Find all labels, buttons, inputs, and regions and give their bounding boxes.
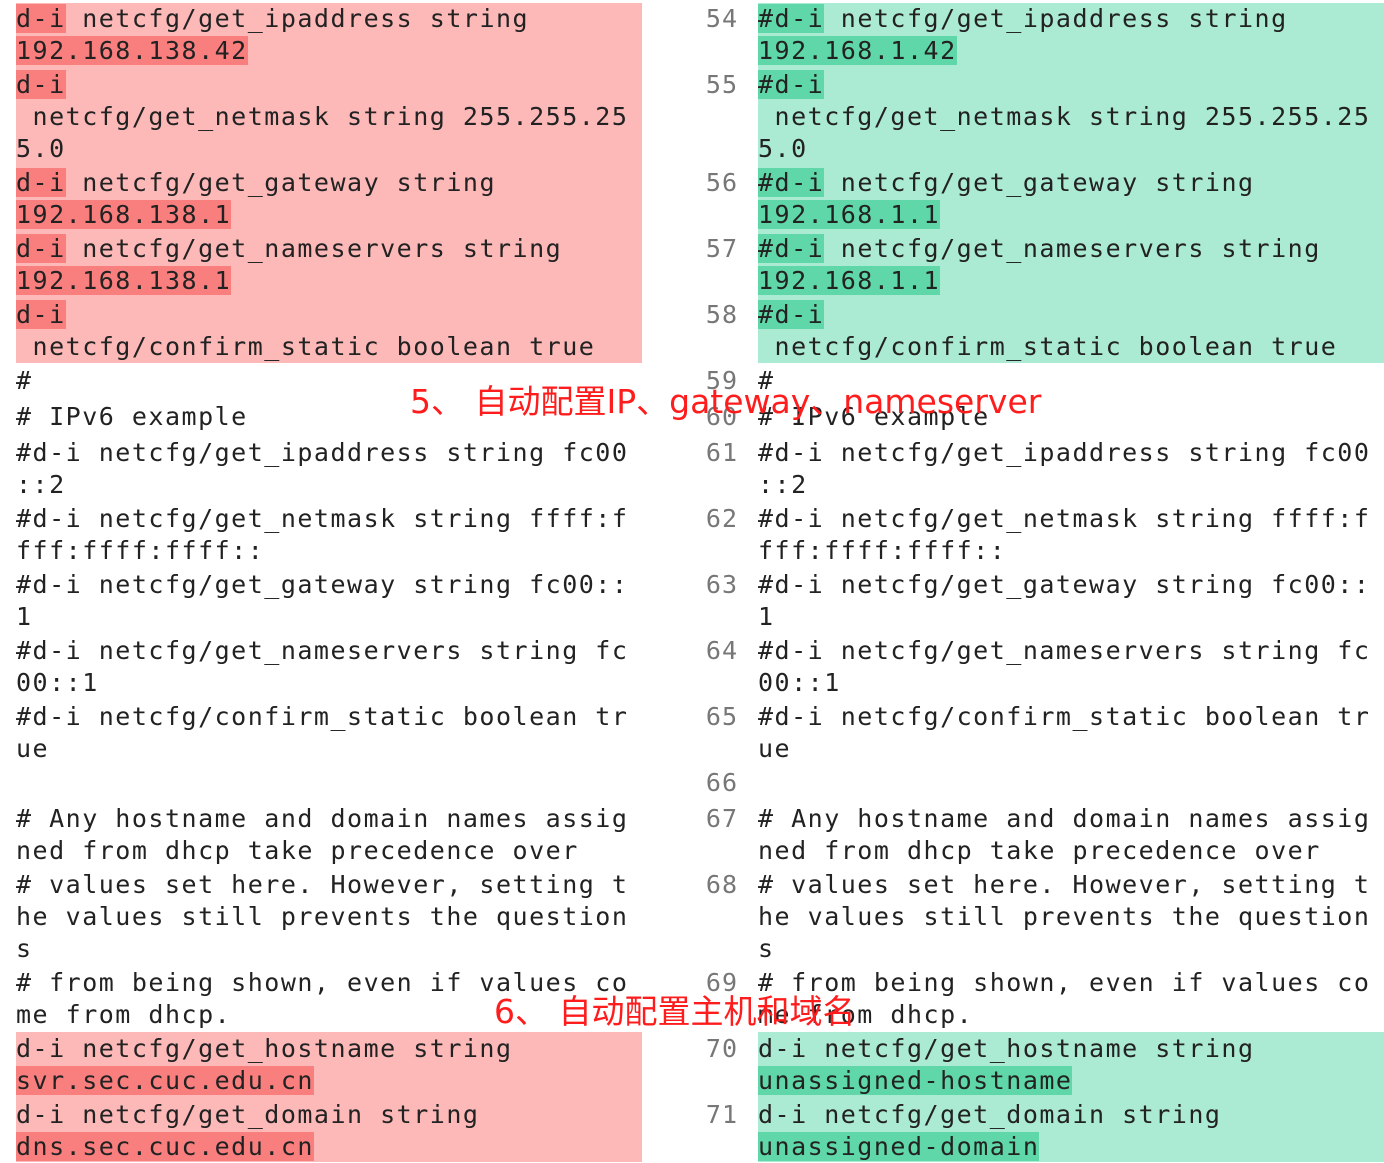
code-text: ::2 (758, 470, 808, 499)
changed-token: 192.168.138.42 (16, 36, 248, 65)
line-number: 65 (705, 702, 738, 731)
code-text: # Any hostname and domain names assig (16, 804, 629, 833)
code-text: ned from dhcp take precedence over (758, 836, 1321, 865)
code-text: s (16, 934, 33, 963)
code-text: ned from dhcp take precedence over (16, 836, 579, 865)
line-number: 64 (705, 636, 738, 665)
code-text: d-i netcfg/get_domain string dns.sec.cuc… (16, 1099, 642, 1163)
line-number: 62 (705, 504, 738, 533)
changed-token: 192.168.138.1 (16, 200, 232, 229)
changed-token: d-i (16, 70, 66, 99)
code-text: ue (16, 734, 50, 763)
code-text: d-i netcfg/get_hostname string svr.sec.c… (16, 1033, 642, 1097)
code-segment: netcfg/get_gateway string (824, 168, 1255, 197)
changed-token: unassigned-hostname (758, 1066, 1073, 1095)
changed-token: 192.168.1.1 (758, 266, 941, 295)
code-text: #d-i netcfg/confirm_static boolean tr (16, 702, 629, 731)
code-text: d-i netcfg/get_netmask string 255.255.25… (16, 69, 642, 165)
code-segment: d-i netcfg/get_hostname string (758, 1034, 1255, 1063)
changed-token: dns.sec.cuc.edu.cn (16, 1132, 314, 1161)
code-text: #d-i netcfg/confirm_static boolean true (758, 299, 1384, 363)
code-segment: netcfg/get_ipaddress string (824, 4, 1288, 33)
changed-token: d-i (16, 234, 66, 263)
code-text: #d-i netcfg/get_nameservers string fc (758, 636, 1371, 665)
code-text: #d-i netcfg/get_ipaddress string fc00 (758, 438, 1371, 467)
line-number: 56 (705, 168, 738, 197)
line-number: 55 (705, 70, 738, 99)
code-segment: netcfg/get_nameservers string (65, 234, 563, 263)
line-number: 71 (705, 1100, 738, 1129)
line-number: 68 (705, 870, 738, 899)
code-text: fff:ffff:ffff:: (16, 536, 265, 565)
code-segment: netcfg/get_nameservers string (824, 234, 1321, 263)
annotation-step-6: 6、 自动配置主机和域名 (494, 992, 856, 1031)
code-text: # Any hostname and domain names assig (758, 804, 1371, 833)
code-segment: d-i netcfg/get_domain string (16, 1100, 480, 1129)
changed-token: svr.sec.cuc.edu.cn (16, 1066, 314, 1095)
code-text: #d-i netcfg/get_gateway string 192.168.1… (758, 167, 1384, 231)
code-text: d-i netcfg/confirm_static boolean true (16, 299, 642, 363)
code-segment: netcfg/get_ipaddress string (65, 4, 530, 33)
code-text: #d-i netcfg/confirm_static boolean tr (758, 702, 1371, 731)
changed-token: 192.168.138.1 (16, 266, 232, 295)
changed-token: #d-i (758, 234, 825, 263)
code-segment: d-i netcfg/get_domain string (758, 1100, 1222, 1129)
changed-token: #d-i (758, 70, 825, 99)
line-number: 58 (705, 300, 738, 329)
code-text: fff:ffff:ffff:: (758, 536, 1007, 565)
code-text: #d-i netcfg/get_ipaddress string 192.168… (758, 3, 1384, 67)
line-number: 67 (705, 804, 738, 833)
changed-token: 192.168.1.42 (758, 36, 957, 65)
code-text: he values still prevents the question (758, 902, 1371, 931)
code-text: #d-i netcfg/get_netmask string ffff:f (758, 504, 1371, 533)
code-text: # values set here. However, setting t (758, 870, 1371, 899)
code-text: d-i netcfg/get_nameservers string 192.16… (16, 233, 642, 297)
code-text: #d-i netcfg/get_gateway string fc00:: (16, 570, 629, 599)
code-text: 1 (16, 602, 33, 631)
code-text: #d-i netcfg/get_gateway string fc00:: (758, 570, 1371, 599)
code-text: d-i netcfg/get_ipaddress string 192.168.… (16, 3, 642, 67)
code-text: #d-i netcfg/get_nameservers string fc (16, 636, 629, 665)
code-text: 1 (758, 602, 775, 631)
code-text: #d-i netcfg/get_ipaddress string fc00 (16, 438, 629, 467)
code-segment: 5.0 (16, 134, 66, 163)
code-segment: netcfg/get_gateway string (65, 168, 496, 197)
changed-token: d-i (16, 4, 66, 33)
code-segment: d-i netcfg/get_hostname string (16, 1034, 513, 1063)
code-segment: netcfg/get_netmask string 255.255.25 (16, 102, 629, 131)
changed-token: d-i (16, 300, 66, 329)
code-text: ::2 (16, 470, 66, 499)
code-segment: 5.0 (758, 134, 808, 163)
code-text: #d-i netcfg/get_netmask string ffff:f (16, 504, 629, 533)
line-number: 61 (705, 438, 738, 467)
code-segment: netcfg/get_netmask string 255.255.25 (758, 102, 1371, 131)
changed-token: 192.168.1.1 (758, 200, 941, 229)
code-text: 00::1 (16, 668, 99, 697)
code-segment: netcfg/confirm_static boolean true (16, 332, 596, 361)
code-text: #d-i netcfg/get_netmask string 255.255.2… (758, 69, 1384, 165)
code-text: 00::1 (758, 668, 841, 697)
changed-token: #d-i (758, 300, 825, 329)
changed-token: unassigned-domain (758, 1132, 1040, 1161)
changed-token: d-i (16, 168, 66, 197)
code-text: d-i netcfg/get_hostname string unassigne… (758, 1033, 1384, 1097)
line-number: 70 (705, 1034, 738, 1063)
annotation-step-5: 5、 自动配置IP、gateway、nameserver (410, 382, 1042, 421)
code-text: #d-i netcfg/get_nameservers string 192.1… (758, 233, 1384, 297)
line-number: 63 (705, 570, 738, 599)
line-number: 57 (705, 234, 738, 263)
code-text: ue (758, 734, 792, 763)
code-text: d-i netcfg/get_gateway string 192.168.13… (16, 167, 642, 231)
code-segment: netcfg/confirm_static boolean true (758, 332, 1338, 361)
code-text: d-i netcfg/get_domain string unassigned-… (758, 1099, 1384, 1163)
changed-token: #d-i (758, 168, 825, 197)
code-text: # values set here. However, setting t (16, 870, 629, 899)
line-number: 66 (705, 768, 738, 797)
code-text: he values still prevents the question (16, 902, 629, 931)
line-number: 54 (705, 4, 738, 33)
changed-token: #d-i (758, 4, 825, 33)
code-text: s (758, 934, 775, 963)
